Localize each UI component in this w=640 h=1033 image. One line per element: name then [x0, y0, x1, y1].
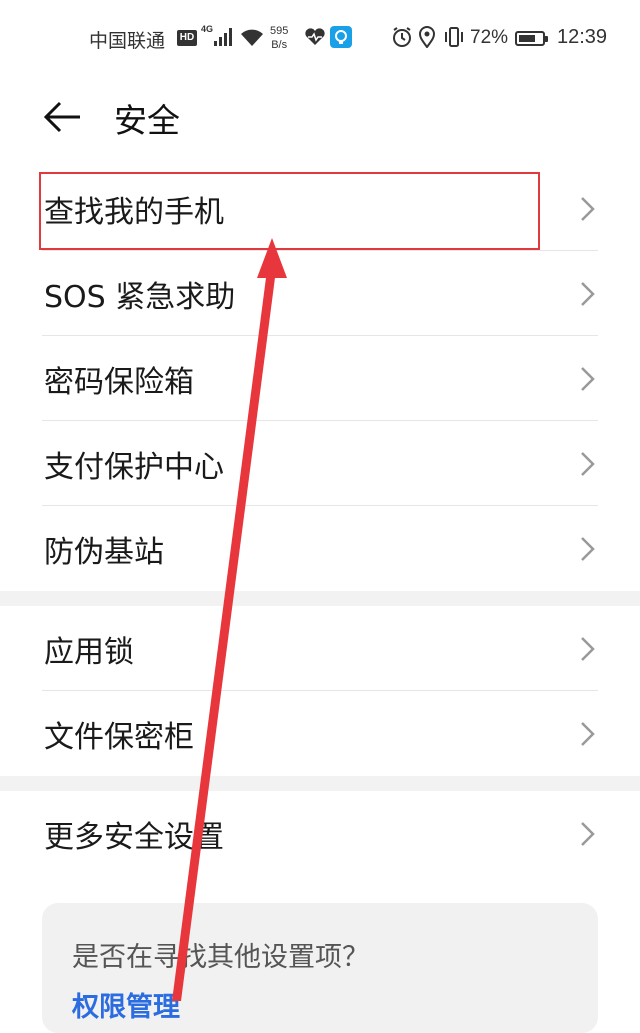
chevron-right-icon	[581, 636, 595, 661]
back-button[interactable]	[40, 95, 84, 139]
list-item-label: 文件保密柜	[44, 719, 194, 755]
list-item-file-safe[interactable]: 文件保密柜	[0, 691, 640, 776]
network-speed: 595 B/s	[270, 24, 288, 52]
list-item-password-vault[interactable]: 密码保险箱	[0, 336, 640, 421]
permission-management-link[interactable]: 权限管理	[72, 985, 180, 1024]
section-separator	[0, 776, 640, 791]
speed-value: 595	[270, 25, 289, 37]
vibrate-icon	[445, 27, 463, 47]
signal-icon	[214, 28, 232, 46]
hd-badge: HD	[177, 30, 197, 46]
back-arrow-icon	[43, 101, 80, 133]
list-item-app-lock[interactable]: 应用锁	[0, 606, 640, 691]
chevron-right-icon	[581, 821, 595, 846]
list-item-label: 应用锁	[44, 634, 134, 670]
suggestion-card: 是否在寻找其他设置项？ 权限管理	[42, 903, 598, 1033]
highlight-box	[39, 172, 540, 250]
battery-icon	[515, 31, 548, 46]
chevron-right-icon	[581, 451, 595, 476]
page-title: 安全	[114, 101, 180, 140]
carrier-name: 中国联通	[89, 30, 166, 52]
heart-icon	[305, 28, 325, 45]
section-separator	[0, 591, 640, 606]
security-group-more: 更多安全设置	[0, 791, 640, 876]
chevron-right-icon	[581, 196, 595, 221]
status-bar: 中国联通 HD 4G 595 B/s 72% 12:39	[0, 0, 640, 80]
list-item-more-security-settings[interactable]: 更多安全设置	[0, 791, 640, 876]
list-item-payment-protection[interactable]: 支付保护中心	[0, 421, 640, 506]
clock: 12:39	[557, 26, 608, 48]
list-item-label: 更多安全设置	[44, 819, 224, 855]
network-type: 4G	[201, 24, 214, 34]
list-item-sos[interactable]: SOS 紧急求助	[0, 251, 640, 336]
security-group-locks: 应用锁 文件保密柜	[0, 606, 640, 776]
battery-level	[519, 35, 535, 42]
chevron-right-icon	[581, 281, 595, 306]
chevron-right-icon	[581, 721, 595, 746]
suggestion-question: 是否在寻找其他设置项？	[72, 942, 369, 973]
chevron-right-icon	[581, 536, 595, 561]
speed-unit: B/s	[271, 39, 288, 51]
list-item-label: 密码保险箱	[44, 364, 194, 400]
list-item-label: SOS 紧急求助	[44, 279, 236, 315]
location-icon	[418, 26, 436, 48]
app-notification-icon	[330, 26, 352, 48]
list-item-label: 防伪基站	[44, 534, 164, 570]
list-item-fake-base-station[interactable]: 防伪基站	[0, 506, 640, 591]
alarm-icon	[393, 27, 411, 47]
list-item-label: 支付保护中心	[44, 449, 224, 485]
wifi-icon	[241, 29, 263, 46]
battery-percent: 72%	[470, 27, 509, 48]
chevron-right-icon	[581, 366, 595, 391]
